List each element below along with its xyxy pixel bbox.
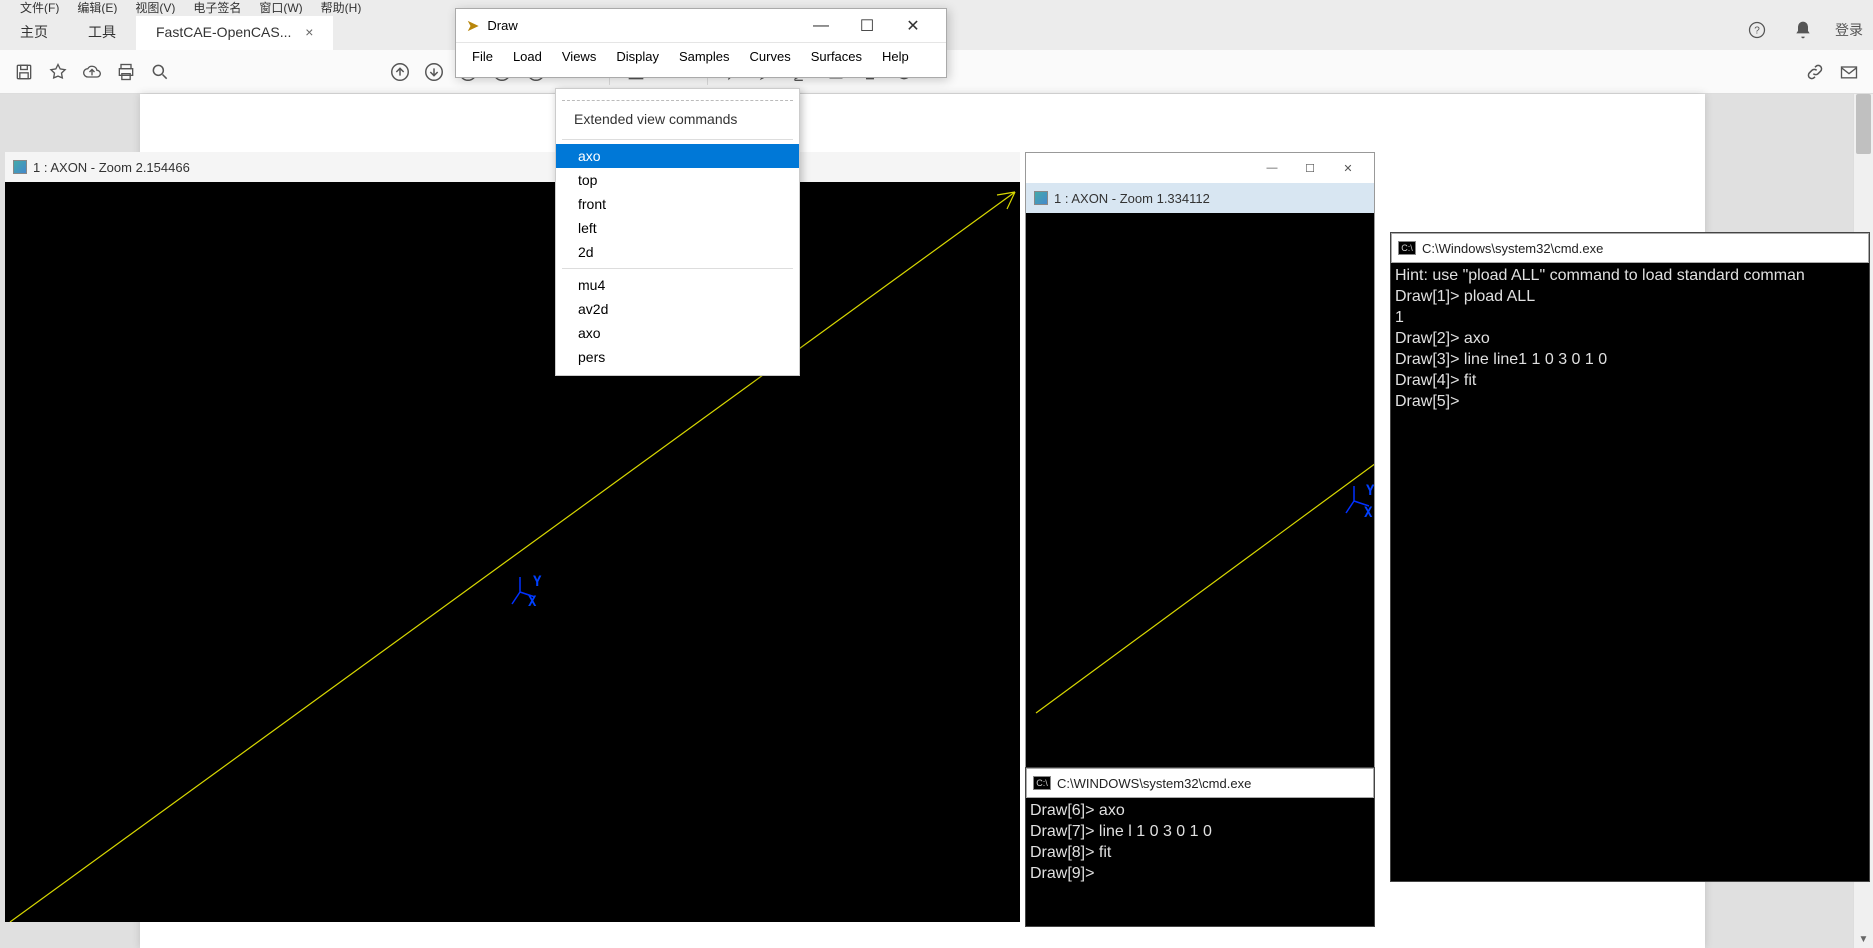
maximize-icon[interactable]: ☐ xyxy=(844,9,890,43)
draw-title: Draw xyxy=(487,18,798,33)
tab-document[interactable]: FastCAE-OpenCAS... × xyxy=(136,16,333,50)
bell-icon[interactable] xyxy=(1789,16,1817,44)
menu-item[interactable]: 窗口(W) xyxy=(259,0,302,14)
close-icon[interactable]: ✕ xyxy=(1330,157,1366,179)
menuitem-axo[interactable]: axo xyxy=(556,144,799,168)
menuitem-top[interactable]: top xyxy=(556,168,799,192)
separator xyxy=(562,139,793,140)
cmd-icon: C:\ xyxy=(1033,776,1051,790)
menu-samples[interactable]: Samples xyxy=(671,46,738,67)
cmd-window-1: C:\ C:\WINDOWS\system32\cmd.exe Draw[6]>… xyxy=(1025,767,1375,927)
menu-item[interactable]: 电子签名 xyxy=(193,0,241,14)
draw-app-window: ➤ Draw — ☐ ✕ File Load Views Display Sam… xyxy=(455,8,947,78)
draw-app-icon: ➤ xyxy=(466,16,479,36)
tab-home[interactable]: 主页 xyxy=(0,14,68,50)
link-icon[interactable] xyxy=(1801,58,1829,86)
viewport-sysicon xyxy=(1034,191,1048,205)
menu-views[interactable]: Views xyxy=(554,46,604,67)
menuitem-front[interactable]: front xyxy=(556,192,799,216)
cmd1-output[interactable]: Draw[6]> axo Draw[7]> line l 1 0 3 0 1 0… xyxy=(1026,798,1374,886)
viewport2-titlebar[interactable]: — ☐ ✕ xyxy=(1026,153,1374,183)
views-dropdown: Extended view commands axo top front lef… xyxy=(555,88,800,376)
dropdown-section-title: Extended view commands xyxy=(556,105,799,135)
save-icon[interactable] xyxy=(10,58,38,86)
cmd1-titlebar[interactable]: C:\ C:\WINDOWS\system32\cmd.exe xyxy=(1026,768,1374,798)
viewport1-title: 1 : AXON - Zoom 2.154466 xyxy=(33,160,1012,175)
menu-item[interactable]: 编辑(E) xyxy=(77,0,117,14)
menu-item[interactable]: 文件(F) xyxy=(20,0,59,14)
cmd-icon: C:\ xyxy=(1398,241,1416,255)
search-icon[interactable] xyxy=(146,58,174,86)
cmd1-title: C:\WINDOWS\system32\cmd.exe xyxy=(1057,776,1251,791)
tab-close-icon[interactable]: × xyxy=(305,24,313,40)
close-icon[interactable]: ✕ xyxy=(890,9,936,43)
viewport-window-1: 1 : AXON - Zoom 2.154466 Y X xyxy=(5,152,1020,922)
scroll-down-icon[interactable]: ▼ xyxy=(1854,930,1873,948)
tab-tools[interactable]: 工具 xyxy=(68,14,136,50)
menu-surfaces[interactable]: Surfaces xyxy=(803,46,870,67)
menu-display[interactable]: Display xyxy=(608,46,667,67)
tearoff-handle[interactable] xyxy=(562,93,793,101)
print-icon[interactable] xyxy=(112,58,140,86)
menuitem-pers[interactable]: pers xyxy=(556,345,799,369)
viewport-sysicon xyxy=(13,160,27,174)
menu-load[interactable]: Load xyxy=(505,46,550,67)
menu-help[interactable]: Help xyxy=(874,46,917,67)
menu-item[interactable]: 视图(V) xyxy=(135,0,175,14)
menu-item[interactable]: 帮助(H) xyxy=(321,0,362,14)
minimize-icon[interactable]: — xyxy=(1254,157,1290,179)
menuitem-mu4[interactable]: mu4 xyxy=(556,273,799,297)
tab-document-label: FastCAE-OpenCAS... xyxy=(156,24,291,40)
star-icon[interactable] xyxy=(44,58,72,86)
mail-icon[interactable] xyxy=(1835,58,1863,86)
menu-curves[interactable]: Curves xyxy=(742,46,799,67)
draw-menubar: File Load Views Display Samples Curves S… xyxy=(456,43,946,69)
maximize-icon[interactable]: ☐ xyxy=(1292,157,1328,179)
cloud-upload-icon[interactable] xyxy=(78,58,106,86)
viewport-window-2: — ☐ ✕ 1 : AXON - Zoom 1.334112 Y X xyxy=(1025,152,1375,767)
page-prev-icon[interactable] xyxy=(386,58,414,86)
cmd2-title: C:\Windows\system32\cmd.exe xyxy=(1422,241,1603,256)
viewport2-title: 1 : AXON - Zoom 1.334112 xyxy=(1054,191,1366,206)
cmd-window-2: C:\ C:\Windows\system32\cmd.exe Hint: us… xyxy=(1390,232,1870,882)
scrollbar-thumb[interactable] xyxy=(1856,94,1871,154)
menuitem-left[interactable]: left xyxy=(556,216,799,240)
help-icon[interactable]: ? xyxy=(1743,16,1771,44)
draw-titlebar[interactable]: ➤ Draw — ☐ ✕ xyxy=(456,9,946,43)
viewport2-canvas[interactable]: Y X xyxy=(1026,213,1374,768)
viewport1-canvas[interactable]: Y X xyxy=(5,182,1020,922)
svg-text:?: ? xyxy=(1754,25,1760,36)
viewport1-titlebar[interactable]: 1 : AXON - Zoom 2.154466 xyxy=(5,152,1020,182)
menu-file[interactable]: File xyxy=(464,46,501,67)
cmd2-titlebar[interactable]: C:\ C:\Windows\system32\cmd.exe xyxy=(1391,233,1869,263)
login-link[interactable]: 登录 xyxy=(1835,20,1863,40)
menuitem-2d[interactable]: 2d xyxy=(556,240,799,264)
cmd2-output[interactable]: Hint: use "pload ALL" command to load st… xyxy=(1391,263,1869,414)
viewport2-subtitlebar[interactable]: 1 : AXON - Zoom 1.334112 xyxy=(1026,183,1374,213)
page-next-icon[interactable] xyxy=(420,58,448,86)
host-right-controls: ? 登录 xyxy=(1743,16,1863,44)
minimize-icon[interactable]: — xyxy=(798,9,844,43)
menuitem-av2d[interactable]: av2d xyxy=(556,297,799,321)
menuitem-axo2[interactable]: axo xyxy=(556,321,799,345)
separator xyxy=(562,268,793,269)
